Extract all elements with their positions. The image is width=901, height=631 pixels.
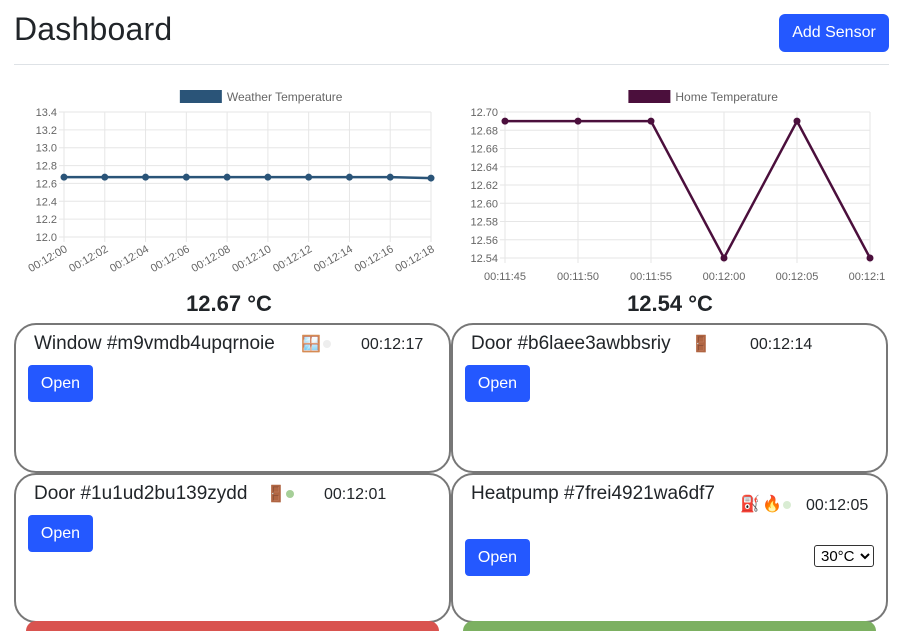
data-point (101, 173, 109, 181)
y-tick-label: 12.0 (36, 232, 57, 244)
temperature-select[interactable]: 30°C (814, 545, 874, 567)
legend-label: Home Temperature (675, 90, 778, 104)
y-tick-label: 12.66 (470, 144, 498, 156)
status-dot (783, 501, 791, 509)
open-button[interactable]: Open (465, 365, 530, 402)
home-current-value: 12.54 °C (627, 291, 713, 316)
y-tick-label: 12.58 (470, 217, 498, 229)
data-point (501, 117, 509, 125)
x-tick-label: 00:12:12 (271, 243, 314, 275)
data-point (386, 173, 394, 181)
x-tick-label: 00:12:04 (108, 243, 151, 275)
weather-current-value: 12.67 °C (186, 291, 272, 316)
y-tick-label: 12.64 (470, 162, 498, 174)
sensor-card-door: Door #1u1ud2bu139zydd 🚪 00:12:01 Open (14, 473, 451, 623)
data-point (223, 173, 231, 181)
data-point (264, 173, 272, 181)
sensor-name: Heatpump #7frei4921wa6df7 (471, 483, 716, 504)
y-tick-label: 12.2 (36, 214, 57, 226)
sensor-card-partial (463, 621, 876, 631)
series-line (64, 175, 432, 180)
open-button[interactable]: Open (465, 539, 530, 576)
status-dot (323, 340, 331, 348)
sensor-card-heatpump: Heatpump #7frei4921wa6df7 ⛽ 🔥 00:12:05 O… (451, 473, 888, 623)
open-button[interactable]: Open (28, 515, 93, 552)
page-title: Dashboard (14, 11, 173, 47)
data-point (647, 117, 655, 125)
x-tick-label: 00:12:00 (703, 271, 746, 283)
legend-swatch (179, 90, 222, 103)
sensor-card-partial (26, 621, 439, 631)
y-tick-label: 12.56 (470, 235, 498, 247)
x-tick-label: 00:12:05 (776, 271, 819, 283)
legend-swatch (628, 90, 671, 103)
x-tick-label: 00:12:14 (312, 243, 355, 275)
x-tick-label: 00:12:02 (67, 243, 110, 275)
x-tick-label: 00:12:10 (230, 243, 273, 275)
y-tick-label: 12.8 (36, 161, 57, 173)
weather-temperature-chart: Weather Temperature 13.4 13.2 13.0 12.8 12.6 1… (26, 90, 437, 275)
fuel-pump-icon: ⛽ (740, 496, 760, 513)
sensor-name: Door #1u1ud2bu139zydd (34, 483, 248, 504)
sensor-card-door: Door #b6laee3awbbsriy 🚪 00:12:14 Open (451, 323, 888, 473)
header-bar: Dashboard Add Sensor (14, 0, 889, 65)
data-point (574, 117, 582, 125)
y-tick-label: 13.4 (36, 107, 57, 119)
sensor-name: Window #m9vmdb4upqrnoie (34, 333, 275, 354)
sensor-time: 00:12:05 (806, 497, 869, 514)
y-tick-label: 12.4 (36, 196, 57, 208)
sensor-time: 00:12:01 (324, 486, 387, 503)
sensor-time: 00:12:17 (361, 336, 424, 353)
sensor-time: 00:12:14 (750, 336, 813, 353)
legend-label: Weather Temperature (227, 90, 343, 104)
y-tick-label: 12.6 (36, 178, 57, 190)
y-tick-label: 12.60 (470, 198, 498, 210)
y-tick-label: 13.2 (36, 125, 57, 137)
home-temperature-chart: Home Temperature 12.70 12.68 12.66 12.64 12.6… (470, 90, 885, 283)
flame-icon: 🔥 (762, 496, 782, 513)
y-tick-label: 12.68 (470, 125, 498, 137)
sensor-name: Door #b6laee3awbbsriy (471, 333, 671, 354)
x-tick-label: 00:11:50 (557, 271, 599, 283)
sensor-card-window: Window #m9vmdb4upqrnoie 🪟 00:12:17 Open (14, 323, 451, 473)
data-point (427, 174, 435, 182)
window-icon: 🪟 (301, 336, 321, 353)
data-point (60, 173, 68, 181)
x-tick-label: 00:12:08 (190, 243, 233, 275)
y-tick-label: 13.0 (36, 143, 57, 155)
x-tick-label: 00:12:16 (353, 243, 396, 275)
y-tick-label: 12.62 (470, 180, 498, 192)
status-dot (713, 340, 721, 348)
x-tick-label: 00:12:10 (849, 271, 885, 283)
status-dot (286, 490, 294, 498)
series-line (505, 118, 872, 261)
x-tick-label: 00:12:00 (26, 243, 69, 275)
x-tick-label: 00:12:06 (149, 243, 192, 275)
x-tick-label: 00:11:55 (630, 271, 672, 283)
weather-chart-panel: Weather Temperature 13.4 13.2 13.0 12.8 12.6 1… (14, 80, 444, 320)
add-sensor-button[interactable]: Add Sensor (779, 14, 889, 52)
data-point (345, 173, 353, 181)
data-point (142, 173, 150, 181)
open-button[interactable]: Open (28, 365, 93, 402)
data-point (866, 254, 874, 262)
door-icon: 🚪 (266, 486, 286, 503)
home-chart-panel: Home Temperature 12.70 12.68 12.66 12.64 12.6… (455, 80, 885, 320)
x-tick-label: 00:11:45 (484, 271, 526, 283)
x-tick-label: 00:12:18 (393, 243, 436, 275)
y-tick-label: 12.54 (470, 253, 498, 265)
data-point (305, 173, 313, 181)
y-tick-label: 12.70 (470, 107, 498, 119)
door-icon: 🚪 (691, 336, 711, 353)
data-point (182, 173, 190, 181)
data-point (720, 254, 728, 262)
data-point (793, 117, 801, 125)
